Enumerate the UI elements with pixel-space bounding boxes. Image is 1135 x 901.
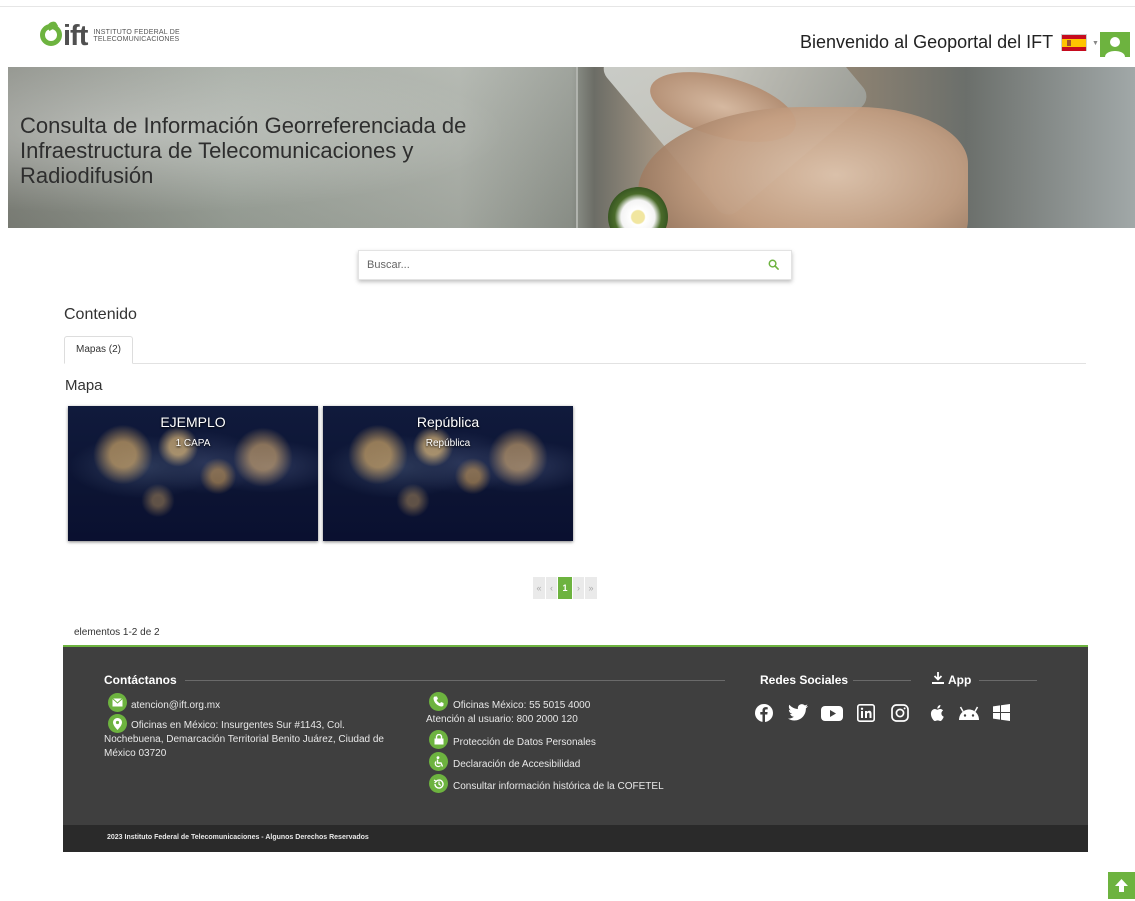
- search-input[interactable]: [359, 251, 759, 279]
- phone-icon: [429, 692, 448, 711]
- map-card-title: EJEMPLO: [160, 414, 226, 430]
- footer-social-heading: Redes Sociales: [760, 673, 849, 687]
- language-caret-icon[interactable]: ▼: [1092, 40, 1099, 47]
- pagination-first[interactable]: «: [533, 577, 545, 599]
- footer-contact-heading: Contáctanos: [104, 673, 177, 687]
- map-card-title: República: [416, 414, 480, 430]
- logo-line-1: INSTITUTO FEDERAL DE: [93, 29, 180, 36]
- pagination-page-1[interactable]: 1: [558, 577, 572, 599]
- footer-link-privacy[interactable]: Protección de Datos Personales: [453, 736, 596, 750]
- map-card-republica[interactable]: República República: [323, 406, 573, 541]
- pagination: « ‹ 1 › »: [533, 577, 598, 599]
- footer-copyright-bar: 2023 Instituto Federal de Telecomunicaci…: [63, 825, 1088, 852]
- footer-user-attention: Atención al usuario: 800 2000 120: [426, 714, 578, 725]
- search-box: [358, 250, 792, 280]
- logo-mark: ift: [40, 20, 88, 52]
- content-tabs: Mapas (2): [64, 336, 1086, 364]
- lock-icon: [429, 730, 448, 749]
- footer-link-accessibility[interactable]: Declaración de Accesibilidad: [453, 758, 580, 772]
- user-icon: [1105, 37, 1125, 57]
- header: ift INSTITUTO FEDERAL DE TELECOMUNICACIO…: [0, 8, 1135, 66]
- content-title: Contenido: [64, 306, 137, 323]
- mail-icon: [108, 693, 127, 712]
- map-card-subtitle: 1 CAPA: [175, 438, 211, 449]
- facebook-icon[interactable]: [755, 704, 773, 722]
- map-card-ejemplo[interactable]: EJEMPLO 1 CAPA: [68, 406, 318, 541]
- logo-text: INSTITUTO FEDERAL DE TELECOMUNICACIONES: [93, 29, 179, 43]
- youtube-icon[interactable]: [821, 706, 843, 721]
- download-icon: [932, 672, 944, 684]
- map-card-subtitle: República: [425, 438, 471, 449]
- spain-flag-icon[interactable]: [1061, 34, 1087, 51]
- pagination-next[interactable]: ›: [573, 577, 584, 599]
- footer-phone: Oficinas México: 55 5015 4000: [453, 700, 591, 711]
- pagination-last[interactable]: »: [585, 577, 597, 599]
- logo-ring-icon: [40, 24, 62, 46]
- history-icon: [429, 774, 448, 793]
- tab-mapas[interactable]: Mapas (2): [64, 336, 134, 364]
- windows-icon[interactable]: [993, 704, 1010, 721]
- footer-link-cofetel[interactable]: Consultar información histórica de la CO…: [453, 780, 664, 794]
- instagram-icon[interactable]: [891, 704, 909, 722]
- apple-icon[interactable]: [929, 704, 944, 722]
- welcome-text: Bienvenido al Geoportal del IFT: [800, 32, 1054, 52]
- footer-address: Oficinas en México: Insurgentes Sur #114…: [104, 720, 384, 759]
- ift-logo[interactable]: ift INSTITUTO FEDERAL DE TELECOMUNICACIO…: [40, 20, 180, 52]
- twitter-icon[interactable]: [788, 704, 808, 721]
- arrow-up-icon: [1115, 879, 1128, 892]
- hero-banner: Consulta de Información Georreferenciada…: [8, 67, 1135, 228]
- logo-word: ift: [63, 20, 88, 52]
- search-icon[interactable]: [768, 259, 779, 270]
- android-icon[interactable]: [957, 706, 981, 720]
- back-to-top-button[interactable]: [1108, 872, 1135, 899]
- logo-line-2: TELECOMUNICACIONES: [93, 36, 180, 43]
- accessibility-icon: [429, 752, 448, 771]
- footer: Contáctanos atencion@ift.org.mx Oficinas…: [63, 645, 1088, 852]
- footer-app-heading: App: [948, 673, 972, 687]
- footer-copyright: 2023 Instituto Federal de Telecomunicaci…: [107, 834, 369, 841]
- top-border: [0, 0, 1135, 7]
- linkedin-icon[interactable]: [857, 704, 875, 722]
- footer-email[interactable]: atencion@ift.org.mx: [131, 699, 220, 713]
- results-count: elementos 1-2 de 2: [74, 627, 160, 638]
- user-button[interactable]: [1100, 32, 1130, 57]
- pagination-prev[interactable]: ‹: [546, 577, 557, 599]
- banner-title: Consulta de Información Georreferenciada…: [20, 113, 467, 188]
- section-title: Mapa: [65, 377, 103, 394]
